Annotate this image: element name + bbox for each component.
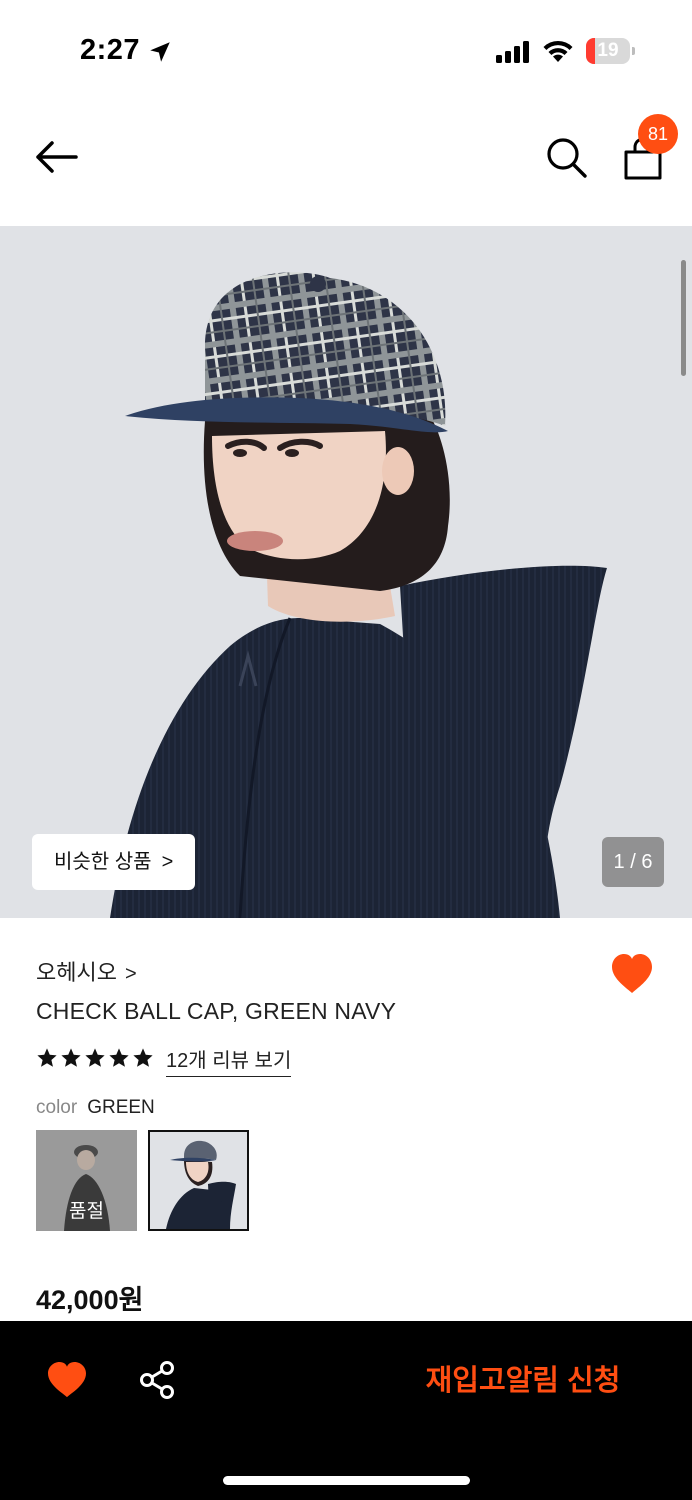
bottom-action-bar: [0, 1321, 692, 1500]
review-link[interactable]: 12개 리뷰 보기: [166, 1044, 292, 1077]
chevron-right-icon: >: [161, 851, 174, 873]
color-swatch-selected[interactable]: [148, 1130, 249, 1231]
price: 42,000원: [36, 1285, 144, 1315]
battery-level: 19: [597, 40, 619, 61]
swatch-thumbnail: [150, 1132, 247, 1229]
chevron-right-icon: >: [124, 963, 137, 985]
heart-icon[interactable]: [46, 1361, 88, 1399]
brand-name: 오헤시오: [36, 960, 117, 985]
status-time: 2:27: [80, 34, 141, 66]
product-photo: [0, 226, 692, 918]
star-icon: [109, 1048, 129, 1067]
home-indicator[interactable]: [223, 1476, 470, 1485]
top-nav: [0, 100, 692, 226]
rating-stars: [36, 1047, 154, 1071]
share-icon[interactable]: [138, 1360, 176, 1400]
color-label: color: [36, 1097, 78, 1118]
similar-products-button[interactable]: 비슷한 상품 >: [32, 834, 195, 890]
product-image-carousel[interactable]: [0, 226, 692, 918]
restock-alert-button[interactable]: 재입고알림 신청: [410, 1356, 636, 1406]
color-swatch-soldout[interactable]: 품절: [36, 1130, 137, 1231]
image-counter: 1 / 6: [602, 837, 664, 887]
cart-count-badge: 81: [638, 114, 678, 154]
star-icon: [37, 1048, 57, 1067]
similar-products-label: 비슷한 상품: [54, 851, 152, 873]
color-row: color GREEN: [36, 1097, 155, 1119]
search-icon[interactable]: [543, 134, 589, 180]
wifi-icon: [543, 40, 573, 62]
scroll-indicator[interactable]: [681, 260, 686, 376]
color-value: GREEN: [87, 1097, 155, 1118]
status-bar: 2:27 19: [0, 0, 692, 100]
star-icon: [133, 1048, 153, 1067]
battery-icon: 19: [586, 38, 636, 64]
star-icon: [85, 1048, 105, 1067]
location-arrow-icon: [150, 42, 170, 62]
signal-icon: [496, 41, 529, 63]
back-arrow-icon[interactable]: [30, 135, 82, 179]
soldout-label: 품절: [69, 1201, 104, 1222]
brand-link[interactable]: 오헤시오 >: [36, 955, 137, 987]
star-icon: [61, 1048, 81, 1067]
heart-icon[interactable]: [610, 953, 654, 995]
product-title: CHECK BALL CAP, GREEN NAVY: [36, 998, 397, 1024]
